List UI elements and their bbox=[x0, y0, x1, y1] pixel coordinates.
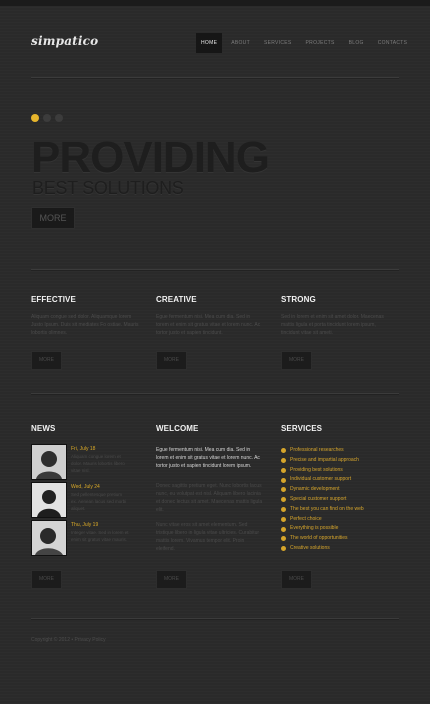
service-item[interactable]: Professional researches bbox=[281, 446, 364, 456]
site-logo[interactable]: simpatico bbox=[31, 34, 98, 48]
service-label: Dynamic development bbox=[290, 486, 340, 493]
news-item[interactable]: Wed, July 24 Sed pellentesque pretium ex… bbox=[31, 482, 141, 518]
hero-subtitle: BEST SOLUTIONS bbox=[32, 178, 184, 198]
nav-contacts[interactable]: CONTACTS bbox=[373, 33, 413, 53]
hero-more-button[interactable]: MORE bbox=[31, 207, 75, 229]
service-item[interactable]: Providing best solutions bbox=[281, 466, 364, 476]
hero-title: PROVIDING bbox=[31, 133, 270, 182]
feature-more-button-effective[interactable]: MORE bbox=[31, 351, 62, 370]
news-date: Fri, July 18 bbox=[71, 446, 96, 452]
bullet-icon bbox=[281, 448, 286, 454]
service-label: Everything is possible bbox=[290, 525, 339, 532]
bullet-icon bbox=[281, 526, 286, 532]
service-label: Special customer support bbox=[290, 495, 347, 502]
welcome-paragraph: Nunc vitae eros sit amet elementum. Sed … bbox=[156, 522, 260, 552]
service-item[interactable]: Everything is possible bbox=[281, 524, 364, 534]
feature-text-strong: Sed in lorem et enim sit amet dolor. Mae… bbox=[281, 314, 384, 336]
bullet-icon bbox=[281, 546, 286, 552]
top-bar bbox=[0, 0, 430, 6]
service-label: Perfect choice bbox=[290, 515, 322, 522]
news-title: NEWS bbox=[31, 424, 56, 433]
news-item[interactable]: Thu, July 19 Integer vitae. Sed in lorem… bbox=[31, 520, 141, 556]
news-item[interactable]: Fri, July 18 Aliquam congue lorem et dol… bbox=[31, 444, 141, 480]
welcome-title: WELCOME bbox=[156, 424, 199, 433]
slider-dot-3[interactable] bbox=[55, 114, 63, 122]
person-photo-icon bbox=[32, 445, 66, 479]
service-item[interactable]: Individual customer support bbox=[281, 475, 364, 485]
service-label: Creative solutions bbox=[290, 544, 330, 551]
divider bbox=[31, 77, 399, 78]
person-photo-icon bbox=[32, 521, 66, 555]
welcome-lead: Egue fermentum nisi. Mea cum dia. Sed in… bbox=[156, 447, 260, 469]
bullet-icon bbox=[281, 477, 286, 483]
nav-services[interactable]: SERVICES bbox=[259, 33, 297, 53]
divider bbox=[31, 269, 399, 270]
feature-title-effective: EFFECTIVE bbox=[31, 295, 76, 304]
feature-text-creative: Egue fermentum nisi. Mea cum dia. Sed in… bbox=[156, 314, 261, 336]
bullet-icon bbox=[281, 497, 286, 503]
feature-title-strong: STRONG bbox=[281, 295, 316, 304]
feature-title-creative: CREATIVE bbox=[156, 295, 197, 304]
welcome-paragraph: Donec sagittis pretium eget. Nunc lobort… bbox=[156, 483, 263, 513]
bullet-icon bbox=[281, 516, 286, 522]
news-text: Integer vitae. Sed in lorem et enim sit … bbox=[71, 530, 129, 542]
service-label: Precise and impartial approach bbox=[290, 456, 359, 463]
feature-more-button-strong[interactable]: MORE bbox=[281, 351, 312, 370]
person-photo-icon bbox=[32, 483, 66, 517]
news-date: Wed, July 24 bbox=[71, 484, 100, 490]
nav-blog[interactable]: BLOG bbox=[344, 33, 369, 53]
services-more-button[interactable]: MORE bbox=[281, 570, 312, 589]
service-item[interactable]: Precise and impartial approach bbox=[281, 456, 364, 466]
service-item[interactable]: Perfect choice bbox=[281, 515, 364, 525]
service-item[interactable]: Special customer support bbox=[281, 495, 364, 505]
slider-dot-1[interactable] bbox=[31, 114, 39, 122]
news-thumbnail[interactable] bbox=[31, 520, 67, 556]
news-thumbnail[interactable] bbox=[31, 444, 67, 480]
service-item[interactable]: The best you can find on the web bbox=[281, 505, 364, 515]
service-item[interactable]: Dynamic development bbox=[281, 485, 364, 495]
divider bbox=[31, 618, 399, 619]
news-date: Thu, July 19 bbox=[71, 522, 99, 528]
services-title: SERVICES bbox=[281, 424, 323, 433]
service-label: The best you can find on the web bbox=[290, 505, 364, 512]
nav-home[interactable]: HOME bbox=[196, 33, 223, 53]
service-label: The world of opportunities bbox=[290, 535, 348, 542]
service-label: Professional researches bbox=[290, 447, 344, 453]
bullet-icon bbox=[281, 487, 286, 493]
bullet-icon bbox=[281, 536, 286, 542]
main-nav: HOME ABOUT SERVICES PROJECTS BLOG CONTAC… bbox=[196, 33, 416, 53]
footer-copyright: Copyright © 2012 • Privacy Policy bbox=[31, 637, 106, 643]
divider bbox=[31, 393, 399, 394]
service-label: Providing best solutions bbox=[290, 466, 343, 473]
news-text: Sed pellentesque pretium ex. Aenean lacu… bbox=[71, 492, 127, 511]
feature-more-button-creative[interactable]: MORE bbox=[156, 351, 187, 370]
services-list: Professional researches Precise and impa… bbox=[281, 446, 364, 554]
nav-projects[interactable]: PROJECTS bbox=[301, 33, 340, 53]
service-item[interactable]: Creative solutions bbox=[281, 544, 364, 554]
bullet-icon bbox=[281, 457, 286, 463]
news-more-button[interactable]: MORE bbox=[31, 570, 62, 589]
slider-dot-2[interactable] bbox=[43, 114, 51, 122]
news-text: Aliquam congue lorem et dolor. Mauris lo… bbox=[71, 454, 125, 473]
slider-pager bbox=[31, 114, 63, 122]
bullet-icon bbox=[281, 506, 286, 512]
bullet-icon bbox=[281, 467, 286, 473]
news-thumbnail[interactable] bbox=[31, 482, 67, 518]
service-label: Individual customer support bbox=[290, 476, 352, 483]
nav-about[interactable]: ABOUT bbox=[226, 33, 255, 53]
service-item[interactable]: The world of opportunities bbox=[281, 534, 364, 544]
feature-text-effective: Aliquam congue sed dolor. Aliquamque lor… bbox=[31, 314, 139, 336]
welcome-more-button[interactable]: MORE bbox=[156, 570, 187, 589]
